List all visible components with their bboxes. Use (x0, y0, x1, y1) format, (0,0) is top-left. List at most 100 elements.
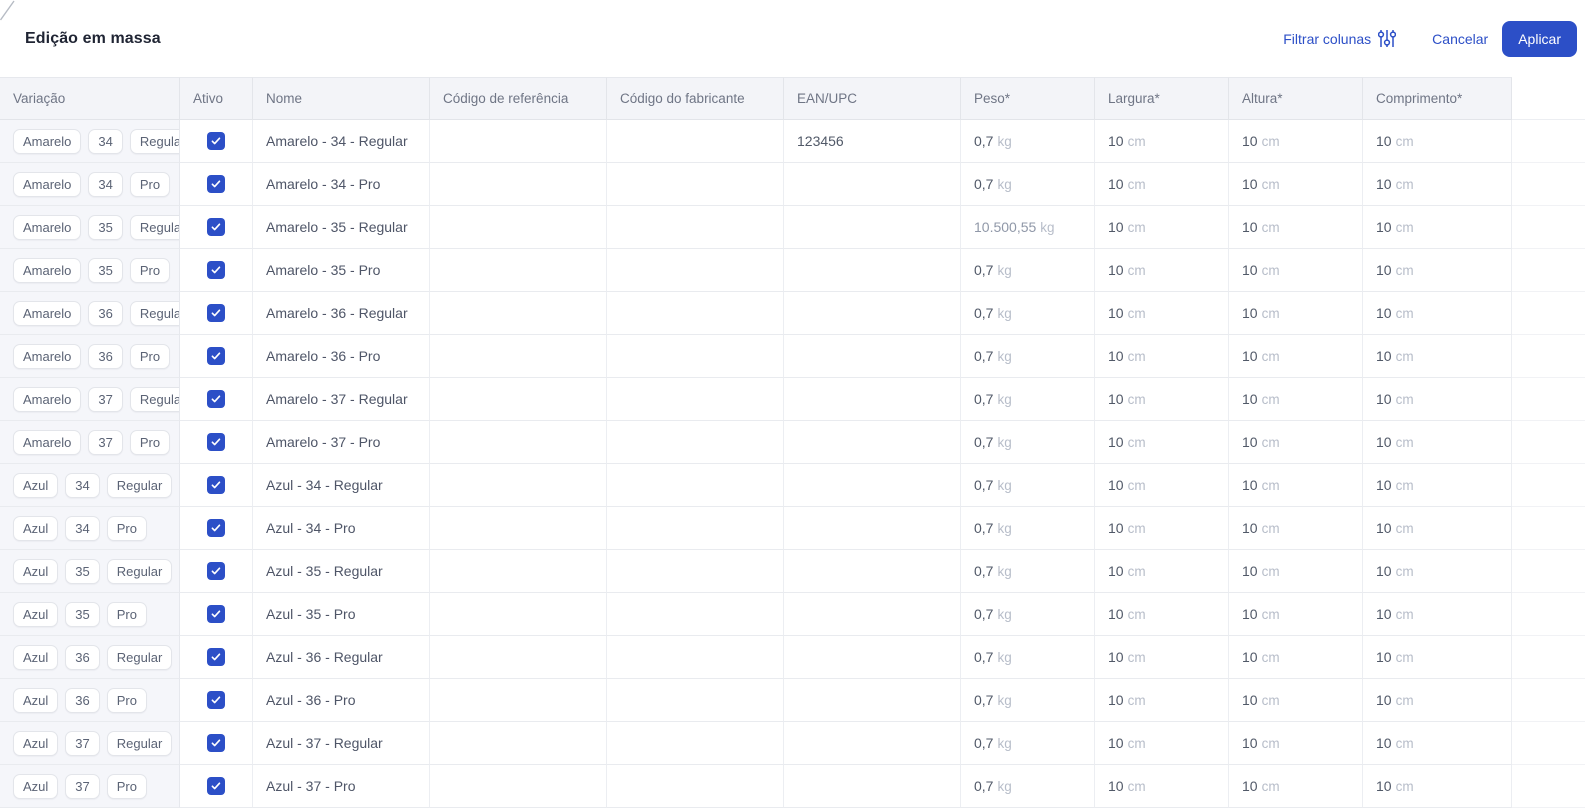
ean-upc-cell[interactable] (784, 206, 961, 249)
peso-cell[interactable]: 0,7 kg (961, 120, 1095, 163)
altura-cell[interactable]: 10 cm (1229, 335, 1363, 378)
ean-upc-cell[interactable] (784, 593, 961, 636)
peso-cell[interactable]: 0,7 kg (961, 163, 1095, 206)
altura-cell[interactable]: 10 cm (1229, 163, 1363, 206)
peso-cell[interactable]: 0,7 kg (961, 722, 1095, 765)
ref-code-cell[interactable] (430, 378, 607, 421)
altura-cell[interactable]: 10 cm (1229, 550, 1363, 593)
largura-cell[interactable]: 10 cm (1095, 120, 1229, 163)
manufacturer-code-cell[interactable] (607, 292, 784, 335)
name-cell[interactable]: Azul - 36 - Pro (253, 679, 430, 722)
manufacturer-code-cell[interactable] (607, 335, 784, 378)
altura-cell[interactable]: 10 cm (1229, 507, 1363, 550)
manufacturer-code-cell[interactable] (607, 679, 784, 722)
ean-upc-cell[interactable] (784, 550, 961, 593)
largura-cell[interactable]: 10 cm (1095, 679, 1229, 722)
column-header-variacao[interactable]: Variação (0, 77, 180, 120)
active-checkbox[interactable] (207, 347, 225, 365)
ref-code-cell[interactable] (430, 593, 607, 636)
name-cell[interactable]: Amarelo - 37 - Pro (253, 421, 430, 464)
name-cell[interactable]: Amarelo - 34 - Pro (253, 163, 430, 206)
largura-cell[interactable]: 10 cm (1095, 722, 1229, 765)
name-cell[interactable]: Azul - 37 - Pro (253, 765, 430, 808)
active-checkbox[interactable] (207, 132, 225, 150)
name-cell[interactable]: Amarelo - 36 - Pro (253, 335, 430, 378)
manufacturer-code-cell[interactable] (607, 206, 784, 249)
manufacturer-code-cell[interactable] (607, 550, 784, 593)
name-cell[interactable]: Amarelo - 36 - Regular (253, 292, 430, 335)
active-checkbox[interactable] (207, 261, 225, 279)
largura-cell[interactable]: 10 cm (1095, 507, 1229, 550)
largura-cell[interactable]: 10 cm (1095, 206, 1229, 249)
altura-cell[interactable]: 10 cm (1229, 378, 1363, 421)
largura-cell[interactable]: 10 cm (1095, 550, 1229, 593)
column-header-nome[interactable]: Nome (253, 77, 430, 120)
comprimento-cell[interactable]: 10 cm (1363, 163, 1512, 206)
manufacturer-code-cell[interactable] (607, 507, 784, 550)
name-cell[interactable]: Azul - 37 - Regular (253, 722, 430, 765)
active-checkbox[interactable] (207, 691, 225, 709)
peso-cell[interactable]: 0,7 kg (961, 593, 1095, 636)
active-checkbox[interactable] (207, 218, 225, 236)
ean-upc-cell[interactable] (784, 378, 961, 421)
largura-cell[interactable]: 10 cm (1095, 378, 1229, 421)
altura-cell[interactable]: 10 cm (1229, 206, 1363, 249)
comprimento-cell[interactable]: 10 cm (1363, 206, 1512, 249)
name-cell[interactable]: Azul - 36 - Regular (253, 636, 430, 679)
ref-code-cell[interactable] (430, 163, 607, 206)
manufacturer-code-cell[interactable] (607, 120, 784, 163)
peso-cell[interactable]: 0,7 kg (961, 464, 1095, 507)
largura-cell[interactable]: 10 cm (1095, 163, 1229, 206)
manufacturer-code-cell[interactable] (607, 249, 784, 292)
peso-cell[interactable]: 0,7 kg (961, 249, 1095, 292)
name-cell[interactable]: Azul - 34 - Pro (253, 507, 430, 550)
active-checkbox[interactable] (207, 390, 225, 408)
peso-cell[interactable]: 0,7 kg (961, 679, 1095, 722)
comprimento-cell[interactable]: 10 cm (1363, 249, 1512, 292)
column-header-codigo-do-fabricante[interactable]: Código do fabricante (607, 77, 784, 120)
column-header-codigo-de-referencia[interactable]: Código de referência (430, 77, 607, 120)
active-checkbox[interactable] (207, 433, 225, 451)
altura-cell[interactable]: 10 cm (1229, 464, 1363, 507)
altura-cell[interactable]: 10 cm (1229, 421, 1363, 464)
altura-cell[interactable]: 10 cm (1229, 722, 1363, 765)
altura-cell[interactable]: 10 cm (1229, 636, 1363, 679)
ref-code-cell[interactable] (430, 292, 607, 335)
ref-code-cell[interactable] (430, 550, 607, 593)
manufacturer-code-cell[interactable] (607, 464, 784, 507)
comprimento-cell[interactable]: 10 cm (1363, 636, 1512, 679)
ean-upc-cell[interactable] (784, 765, 961, 808)
comprimento-cell[interactable]: 10 cm (1363, 378, 1512, 421)
peso-cell[interactable]: 0,7 kg (961, 378, 1095, 421)
peso-cell[interactable]: 0,7 kg (961, 550, 1095, 593)
ean-upc-cell[interactable]: 123456 (784, 120, 961, 163)
manufacturer-code-cell[interactable] (607, 378, 784, 421)
name-cell[interactable]: Amarelo - 37 - Regular (253, 378, 430, 421)
comprimento-cell[interactable]: 10 cm (1363, 335, 1512, 378)
column-header-ativo[interactable]: Ativo (180, 77, 253, 120)
altura-cell[interactable]: 10 cm (1229, 765, 1363, 808)
peso-cell[interactable]: 0,7 kg (961, 636, 1095, 679)
comprimento-cell[interactable]: 10 cm (1363, 765, 1512, 808)
ean-upc-cell[interactable] (784, 292, 961, 335)
peso-cell[interactable]: 0,7 kg (961, 292, 1095, 335)
ref-code-cell[interactable] (430, 335, 607, 378)
manufacturer-code-cell[interactable] (607, 421, 784, 464)
altura-cell[interactable]: 10 cm (1229, 679, 1363, 722)
comprimento-cell[interactable]: 10 cm (1363, 292, 1512, 335)
largura-cell[interactable]: 10 cm (1095, 335, 1229, 378)
largura-cell[interactable]: 10 cm (1095, 636, 1229, 679)
altura-cell[interactable]: 10 cm (1229, 292, 1363, 335)
ean-upc-cell[interactable] (784, 507, 961, 550)
manufacturer-code-cell[interactable] (607, 163, 784, 206)
largura-cell[interactable]: 10 cm (1095, 292, 1229, 335)
altura-cell[interactable]: 10 cm (1229, 593, 1363, 636)
ean-upc-cell[interactable] (784, 335, 961, 378)
ref-code-cell[interactable] (430, 722, 607, 765)
comprimento-cell[interactable]: 10 cm (1363, 679, 1512, 722)
column-header-altura[interactable]: Altura* (1229, 77, 1363, 120)
ean-upc-cell[interactable] (784, 421, 961, 464)
peso-cell[interactable]: 0,7 kg (961, 335, 1095, 378)
active-checkbox[interactable] (207, 476, 225, 494)
peso-cell[interactable]: 0,7 kg (961, 507, 1095, 550)
